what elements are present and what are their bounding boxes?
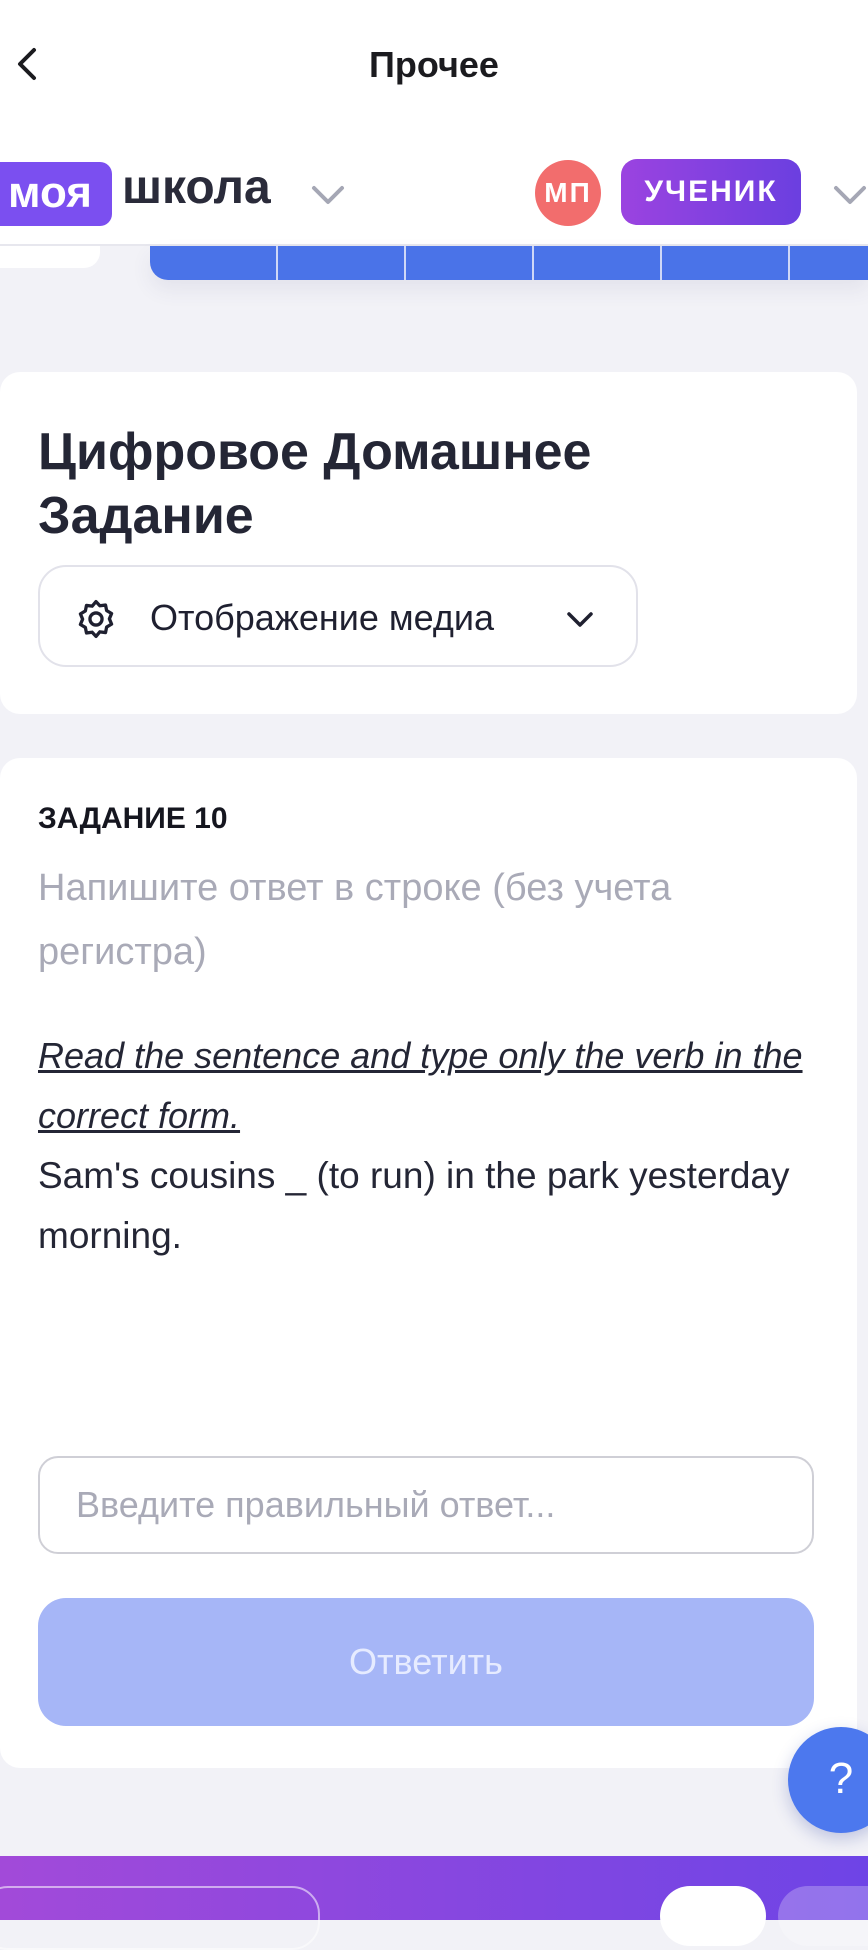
task-number: ЗАДАНИЕ 10 (38, 802, 228, 835)
school-selector-chevron-icon[interactable] (308, 178, 348, 214)
day-cell[interactable] (406, 246, 534, 280)
gear-icon (78, 599, 114, 639)
day-cell[interactable] (662, 246, 790, 280)
task-instruction: Напишите ответ в строке (без учета регис… (38, 867, 672, 973)
role-selector-chevron-icon[interactable] (830, 178, 868, 214)
task-card: ЗАДАНИЕ 10 Напишите ответ в строке (без … (0, 758, 857, 1768)
homework-card: Цифровое Домашнее Задание Отображение ме… (0, 372, 857, 714)
bottom-primary-button[interactable] (660, 1886, 766, 1946)
media-display-dropdown[interactable]: Отображение медиа (38, 565, 638, 667)
day-cell[interactable] (790, 246, 868, 280)
page-title: Прочее (369, 44, 499, 85)
top-navigation-bar: Прочее (0, 0, 868, 132)
role-badge[interactable]: УЧЕНИК (621, 159, 801, 225)
avatar[interactable]: МП (535, 160, 601, 226)
day-cell[interactable] (150, 246, 278, 280)
scrolled-card-stub (0, 246, 100, 268)
logo-moya: моя (0, 162, 112, 226)
submit-answer-button[interactable]: Ответить (38, 1598, 814, 1726)
homework-title: Цифровое Домашнее Задание (38, 423, 592, 545)
chevron-down-icon (567, 612, 593, 627)
app-header: моя школа МП УЧЕНИК (0, 132, 868, 246)
bottom-secondary-button[interactable] (778, 1886, 868, 1946)
media-display-label: Отображение медиа (150, 597, 495, 638)
bottom-bar (0, 1856, 868, 1950)
bottom-outline-button[interactable] (0, 1886, 320, 1950)
logo-shkola: школа (122, 161, 271, 214)
task-prompt: Read the sentence and type only the verb… (38, 1035, 803, 1136)
day-cell[interactable] (534, 246, 662, 280)
day-cell[interactable] (278, 246, 406, 280)
day-cells-strip (150, 246, 868, 280)
question-mark-icon: ? (828, 1754, 854, 1803)
task-sentence: Sam's cousins _ (to run) in the park yes… (38, 1155, 790, 1256)
answer-input[interactable] (38, 1456, 814, 1554)
